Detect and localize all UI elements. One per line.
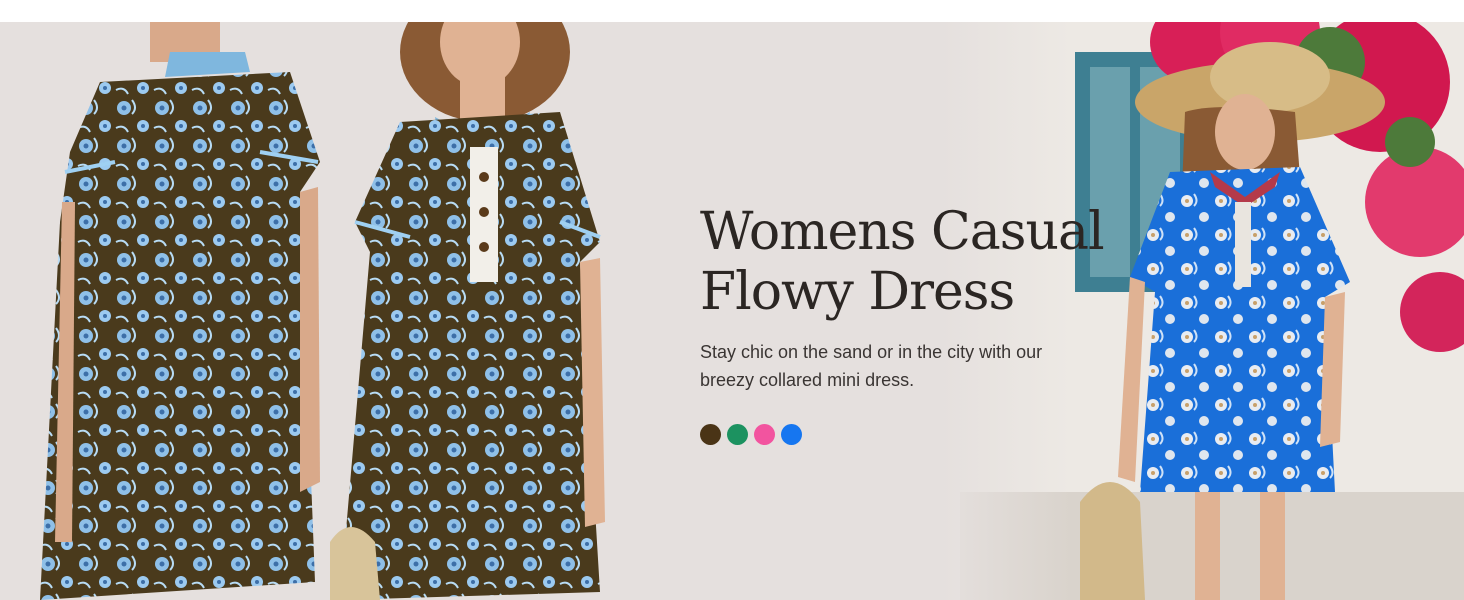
- color-swatches: [700, 424, 1120, 445]
- product-description: Stay chic on the sand or in the city wit…: [700, 342, 1043, 390]
- hero-banner: Womens Casual Flowy Dress Stay chic on t…: [0, 22, 1464, 600]
- model-back-view-photo: [0, 22, 330, 600]
- hero-copy: Womens Casual Flowy Dress Stay chic on t…: [700, 202, 1120, 445]
- swatch-green[interactable]: [727, 424, 748, 445]
- title-line-2: Flowy Dress: [700, 262, 1015, 322]
- product-title: Womens Casual Flowy Dress: [700, 202, 1120, 322]
- model-front-view-photo: [330, 22, 630, 600]
- swatch-brown[interactable]: [700, 424, 721, 445]
- swatch-blue[interactable]: [781, 424, 802, 445]
- swatch-pink[interactable]: [754, 424, 775, 445]
- title-line-1: Womens Casual: [700, 202, 1105, 262]
